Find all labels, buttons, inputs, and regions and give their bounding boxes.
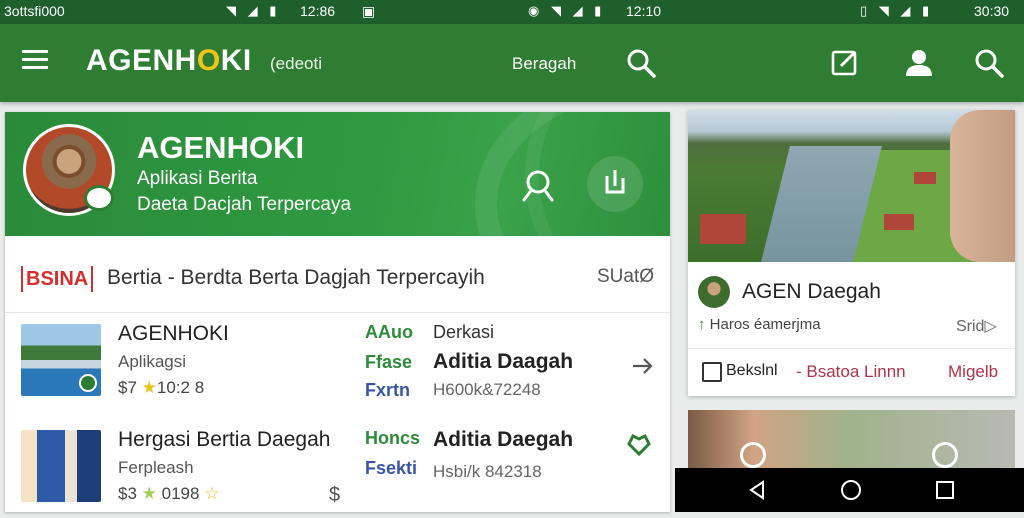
side-card-meta: ↑ Haros éamerjma bbox=[698, 316, 821, 333]
row-col-meta: H600k&72248 bbox=[433, 380, 541, 399]
row-subtitle: Aplikagsi bbox=[118, 352, 187, 371]
status-bar: 3ottsfi000 ◥ ◢ ▮ 12:86 ▣ ◉ ◥ ◢ ▮ 12:10 ▯… bbox=[0, 0, 1024, 24]
row-title: Hergasi Bertia Daegah bbox=[118, 428, 331, 451]
search-icon[interactable] bbox=[624, 46, 658, 80]
status-time-1: 12:86 bbox=[300, 3, 336, 19]
ticker-right-label: SUatØ bbox=[597, 266, 655, 287]
screenshot-icon: ▣ bbox=[362, 3, 376, 19]
status-time-2: 12:10 bbox=[626, 3, 662, 19]
user-icon[interactable] bbox=[932, 442, 958, 468]
side-card-footer-link[interactable]: Migelb bbox=[948, 362, 998, 382]
appbar-center-label[interactable]: Beragah bbox=[512, 54, 576, 74]
chat-bubble-icon bbox=[84, 185, 114, 211]
edit-icon[interactable] bbox=[828, 46, 862, 80]
row-col-title: Aditia Daegah bbox=[433, 428, 574, 451]
star-icon: ★ bbox=[141, 484, 157, 503]
app-bar: AGENHOKI (edeoti Beragah bbox=[0, 24, 1024, 102]
row-rating: $7 ★10:2 8 bbox=[118, 378, 205, 397]
star-icon: ★ bbox=[141, 378, 157, 397]
row-col-label: Derkasi bbox=[433, 322, 495, 342]
hamburger-icon[interactable] bbox=[22, 50, 48, 72]
thumbnail-image bbox=[21, 324, 101, 396]
heart-check-icon[interactable] bbox=[625, 430, 653, 458]
row-subtitle: Ferpleash bbox=[118, 458, 194, 477]
side-card-footer-label: Bekslnl bbox=[726, 362, 778, 379]
play-icon[interactable] bbox=[740, 442, 766, 468]
side-card[interactable]: AGEN Daegah ↑ Haros éamerjma Srid▷ Beksl… bbox=[688, 110, 1015, 396]
status-icons-1: ◥ ◢ ▮ bbox=[226, 3, 281, 18]
app-subtitle: (edeoti bbox=[270, 54, 322, 73]
avatar[interactable] bbox=[23, 124, 115, 216]
ticker-badge: BSINA bbox=[21, 266, 94, 292]
row-tag-2: Fsekti bbox=[365, 458, 418, 478]
row-col-meta: Hsbi/k 842318 bbox=[433, 462, 542, 481]
news-ticker[interactable]: BSINA Bertia - Berdta Berta Dagjah Terpe… bbox=[5, 236, 670, 313]
home-icon[interactable] bbox=[839, 478, 863, 502]
status-left-label: 3ottsfi000 bbox=[4, 3, 65, 19]
status-icons-3: ▯ ◥ ◢ ▮ bbox=[860, 3, 934, 18]
hero-banner: AGENHOKI Aplikasi Berita Daeta Dacjah Te… bbox=[5, 112, 670, 236]
list-item[interactable]: AGENHOKI Aplikagsi $7 ★10:2 8 AAuo Ffase… bbox=[5, 312, 670, 412]
app-logo: AGENHOKI bbox=[86, 44, 252, 77]
side-card-footer-text: - Bsatoa Linnn bbox=[796, 362, 906, 381]
main-card: AGENHOKI Aplikasi Berita Daeta Dacjah Te… bbox=[5, 112, 670, 512]
row-col-title: Aditia Daagah bbox=[433, 350, 574, 373]
arrow-right-icon[interactable] bbox=[629, 352, 657, 380]
search-icon-right[interactable] bbox=[972, 46, 1006, 80]
status-icons-2: ◉ ◥ ◢ ▮ bbox=[528, 3, 606, 18]
list-item[interactable]: Hergasi Bertia Daegah Ferpleash $3 ★ 019… bbox=[5, 418, 670, 518]
divider bbox=[688, 348, 1015, 349]
hero-title: AGENHOKI bbox=[137, 130, 305, 165]
calendar-icon bbox=[702, 362, 722, 382]
recents-icon[interactable] bbox=[933, 478, 957, 502]
river-village-photo bbox=[688, 110, 1015, 262]
avatar bbox=[698, 276, 730, 308]
row-tag-1: AAuo bbox=[365, 322, 413, 342]
hero-search-icon[interactable] bbox=[512, 158, 568, 214]
thumbnail-image bbox=[21, 430, 101, 502]
side-card-2[interactable] bbox=[688, 410, 1015, 470]
share-icon[interactable] bbox=[587, 156, 643, 212]
back-icon[interactable] bbox=[745, 478, 769, 502]
status-time-3: 30:30 bbox=[974, 3, 1010, 19]
row-rating: $3 ★ 0198 ☆ bbox=[118, 484, 220, 503]
person-icon[interactable] bbox=[902, 46, 936, 80]
side-card-name: AGEN Daegah bbox=[742, 280, 881, 303]
row-tag-3: Fxrtn bbox=[365, 380, 410, 400]
verified-icon bbox=[79, 374, 97, 392]
dollar-icon: $ bbox=[329, 484, 341, 506]
hero-line-2: Daeta Dacjah Terpercaya bbox=[137, 194, 352, 215]
hero-line-1: Aplikasi Berita bbox=[137, 168, 258, 189]
row-tag-2: Ffase bbox=[365, 352, 413, 372]
star-icon: ☆ bbox=[204, 484, 220, 503]
ticker-text: Bertia - Berdta Berta Dagjah Terpercayih bbox=[107, 266, 485, 289]
side-card-meta-right[interactable]: Srid▷ bbox=[956, 316, 997, 336]
system-nav-bar bbox=[675, 468, 1024, 512]
row-title: AGENHOKI bbox=[118, 322, 229, 345]
row-tag-1: Honcs bbox=[365, 428, 421, 448]
